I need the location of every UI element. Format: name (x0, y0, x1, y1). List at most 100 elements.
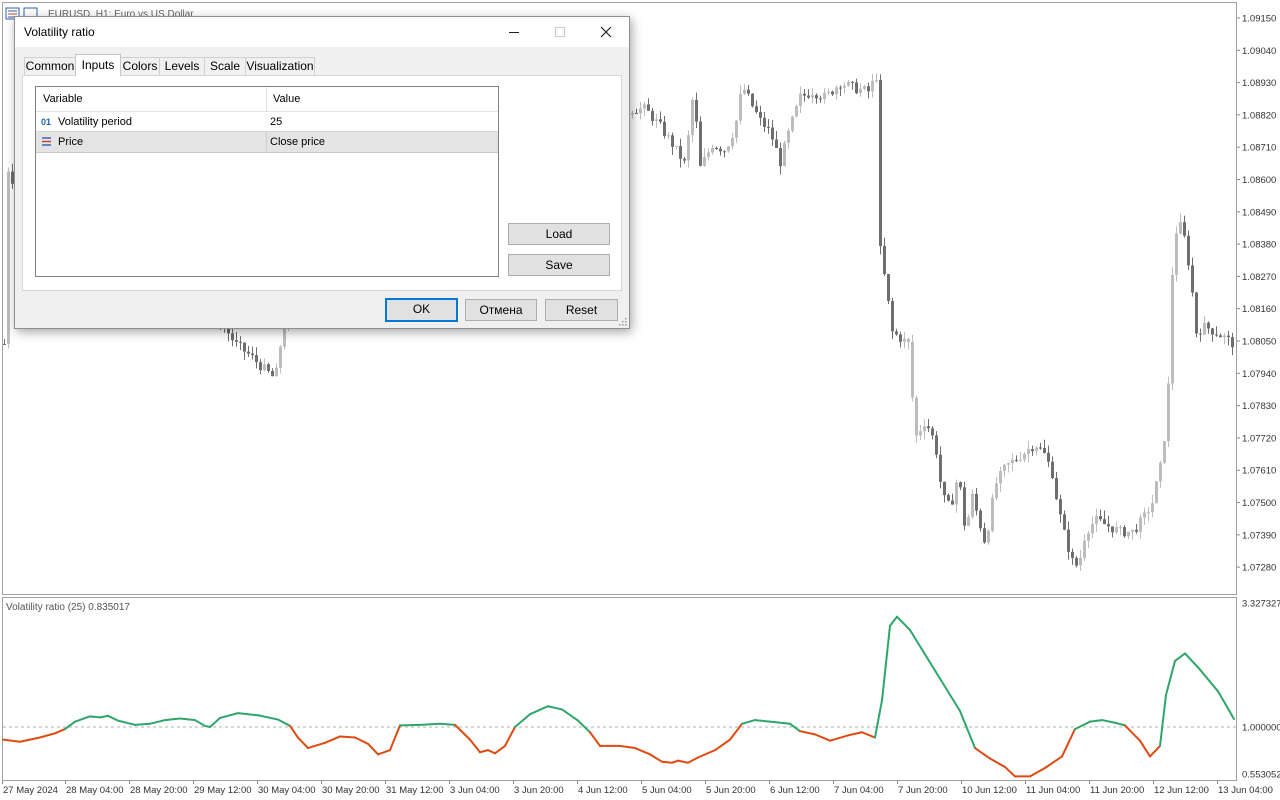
candle-body (815, 95, 818, 99)
candle-body (763, 117, 766, 127)
candle-body (259, 362, 262, 371)
candle-body (1027, 449, 1030, 454)
candle-body (811, 95, 814, 98)
candle-body (723, 151, 726, 153)
tab-inputs[interactable]: Inputs (75, 54, 121, 76)
candle-body (971, 493, 974, 517)
tab-scale[interactable]: Scale (204, 57, 246, 75)
tab-common[interactable]: Common (24, 57, 76, 75)
minimize-button[interactable] (491, 17, 537, 47)
candle-body (1139, 517, 1142, 532)
load-button[interactable]: Load (508, 223, 610, 245)
reset-button[interactable]: Reset (545, 299, 618, 321)
candle-body (747, 89, 750, 94)
candle-body (675, 145, 678, 147)
param-value[interactable]: 25 (270, 112, 282, 132)
candle-body (799, 93, 802, 106)
candle-body (1071, 551, 1074, 558)
ok-button[interactable]: OK (385, 298, 458, 322)
candle-body (751, 93, 754, 107)
candle-body (919, 431, 922, 436)
candle-body (995, 483, 998, 498)
resize-grip-icon[interactable] (618, 317, 627, 326)
candle-body (1163, 441, 1166, 463)
candle-body (743, 89, 746, 94)
tab-levels[interactable]: Levels (159, 57, 205, 75)
candle-body (1231, 337, 1234, 348)
candle-body (859, 88, 862, 94)
candle-body (243, 342, 246, 352)
grid-row-volatility-period[interactable]: 01 Volatility period 25 (36, 112, 498, 132)
candle-body (727, 146, 730, 152)
param-value[interactable]: Close price (270, 132, 325, 152)
candle-body (923, 426, 926, 432)
price-label: 1.08820 (1242, 110, 1276, 121)
column-header-variable[interactable]: Variable (43, 87, 83, 111)
candle-body (663, 121, 666, 136)
candle-body (947, 495, 950, 501)
inputs-grid: Variable Value 01 Volatility period 25 P… (35, 86, 499, 277)
candle-body (1075, 557, 1078, 566)
save-button[interactable]: Save (508, 254, 610, 276)
candle-body (795, 105, 798, 117)
candle-body (951, 500, 954, 505)
candle-body (1183, 222, 1186, 236)
candle-body (271, 371, 274, 377)
candle-body (775, 139, 778, 149)
candle-body (275, 367, 278, 377)
candle-body (667, 135, 670, 137)
price-label: 1.09150 (1242, 14, 1276, 25)
candle-body (1067, 529, 1070, 552)
candle-body (887, 274, 890, 302)
grid-row-price[interactable]: Price Close price (36, 131, 498, 153)
price-label: 1.09040 (1242, 46, 1276, 57)
candle-body (1063, 514, 1066, 530)
price-label: 1.07940 (1242, 369, 1276, 380)
candle-body (879, 79, 882, 247)
dialog-titlebar[interactable]: Volatility ratio (15, 17, 629, 47)
inputs-panel: Variable Value 01 Volatility period 25 P… (22, 75, 622, 291)
candle-body (819, 98, 822, 100)
tab-visualization[interactable]: Visualization (245, 57, 315, 75)
candle-body (791, 116, 794, 131)
candle-body (1227, 335, 1230, 338)
candle-body (631, 112, 634, 115)
time-label: 13 Jun 04:00 (1218, 785, 1273, 796)
time-label: 31 May 12:00 (386, 785, 444, 796)
candle-body (803, 93, 806, 96)
candle-body (839, 87, 842, 89)
tab-colors[interactable]: Colors (120, 57, 160, 75)
column-header-value[interactable]: Value (273, 87, 300, 111)
column-divider[interactable] (266, 87, 267, 111)
candle-body (855, 82, 858, 94)
candle-body (1103, 519, 1106, 525)
candle-body (1171, 275, 1174, 384)
time-label: 12 Jun 12:00 (1154, 785, 1209, 796)
indicator-axis-label: 0.553052 (1242, 770, 1280, 781)
candle-body (1055, 477, 1058, 500)
close-button[interactable] (583, 17, 629, 47)
candle-body (943, 481, 946, 496)
price-label: 1.08160 (1242, 304, 1276, 315)
volatility-ratio-segment (399, 723, 421, 727)
candle-body (1035, 447, 1038, 452)
candle-body (659, 119, 662, 122)
candle-body (983, 528, 986, 543)
candle-body (235, 340, 238, 342)
candle-body (851, 81, 854, 83)
candle-body (1211, 328, 1214, 335)
candle-body (1115, 527, 1118, 533)
dialog-title: Volatility ratio (24, 25, 95, 39)
maximize-icon (555, 27, 565, 37)
candle-body (687, 135, 690, 161)
candle-body (279, 346, 282, 368)
cancel-button[interactable]: Отмена (465, 299, 537, 321)
candle-body (1147, 512, 1150, 514)
candle-body (823, 92, 826, 99)
candle-body (691, 99, 694, 136)
candle-body (991, 497, 994, 531)
price-label: 1.08930 (1242, 78, 1276, 89)
candle-body (1159, 462, 1162, 482)
candle-body (639, 108, 642, 114)
candle-body (963, 487, 966, 526)
